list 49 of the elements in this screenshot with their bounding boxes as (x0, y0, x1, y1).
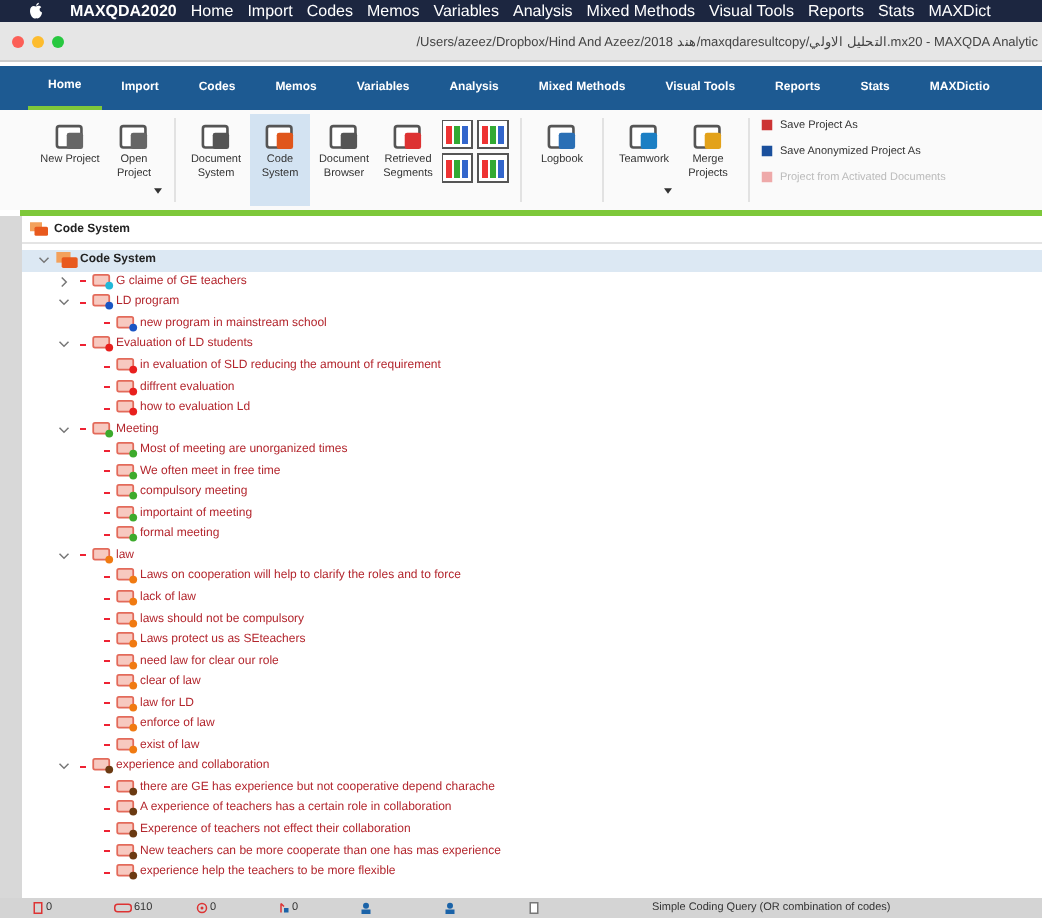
code-icon (116, 695, 138, 712)
code-icon (116, 674, 138, 691)
code-icon (116, 526, 138, 543)
code-icon (116, 379, 138, 396)
code-icon (116, 568, 138, 585)
menu-item[interactable]: Reports (807, 2, 864, 20)
menu-item[interactable]: Analysis (513, 2, 573, 20)
code-icon (116, 653, 138, 670)
code-icon (116, 400, 138, 417)
menu-item[interactable]: Mixed Methods (586, 2, 696, 20)
code-icon (116, 843, 138, 860)
chevron-icon[interactable] (58, 760, 70, 773)
chevron-icon[interactable] (58, 275, 70, 288)
code-icon (116, 463, 138, 480)
menu-item[interactable]: Stats (877, 2, 915, 20)
menu-item[interactable]: Home (190, 2, 234, 20)
code-icon (116, 484, 138, 501)
menu-item[interactable]: Variables (433, 2, 499, 20)
code-icon (116, 800, 138, 817)
menu-item[interactable]: Codes (306, 2, 353, 20)
menu-item[interactable]: Memos (367, 2, 420, 20)
user-icon[interactable] (360, 902, 372, 914)
code-icon (116, 632, 138, 649)
chevron-icon[interactable] (58, 296, 70, 309)
code-icon (116, 358, 138, 374)
code-icon (116, 822, 138, 839)
menu-item[interactable]: Import (247, 2, 293, 20)
code-icon (116, 505, 138, 522)
user-icon[interactable] (444, 902, 456, 914)
code-icon (116, 864, 138, 881)
memo-icon (196, 902, 208, 914)
menu-item[interactable]: MAXDict (928, 2, 991, 20)
close-button[interactable] (12, 35, 24, 47)
chevron-icon[interactable] (58, 423, 70, 436)
chevron-icon[interactable] (38, 254, 50, 267)
apple-icon[interactable] (28, 2, 44, 20)
code-icon (116, 737, 138, 754)
code-icon (116, 779, 138, 796)
chevron-icon[interactable] (58, 549, 70, 562)
code-icon (116, 442, 138, 459)
code-icon (114, 902, 132, 914)
app-menu[interactable]: MAXQDA2020 (70, 2, 177, 20)
chevron-icon[interactable] (58, 338, 70, 351)
menu-item[interactable]: Visual Tools (709, 2, 794, 20)
code-icon (116, 590, 138, 607)
code-icon (116, 716, 138, 733)
code-icon (116, 315, 138, 332)
layout-icon[interactable] (442, 114, 510, 184)
code-icon (116, 611, 138, 628)
